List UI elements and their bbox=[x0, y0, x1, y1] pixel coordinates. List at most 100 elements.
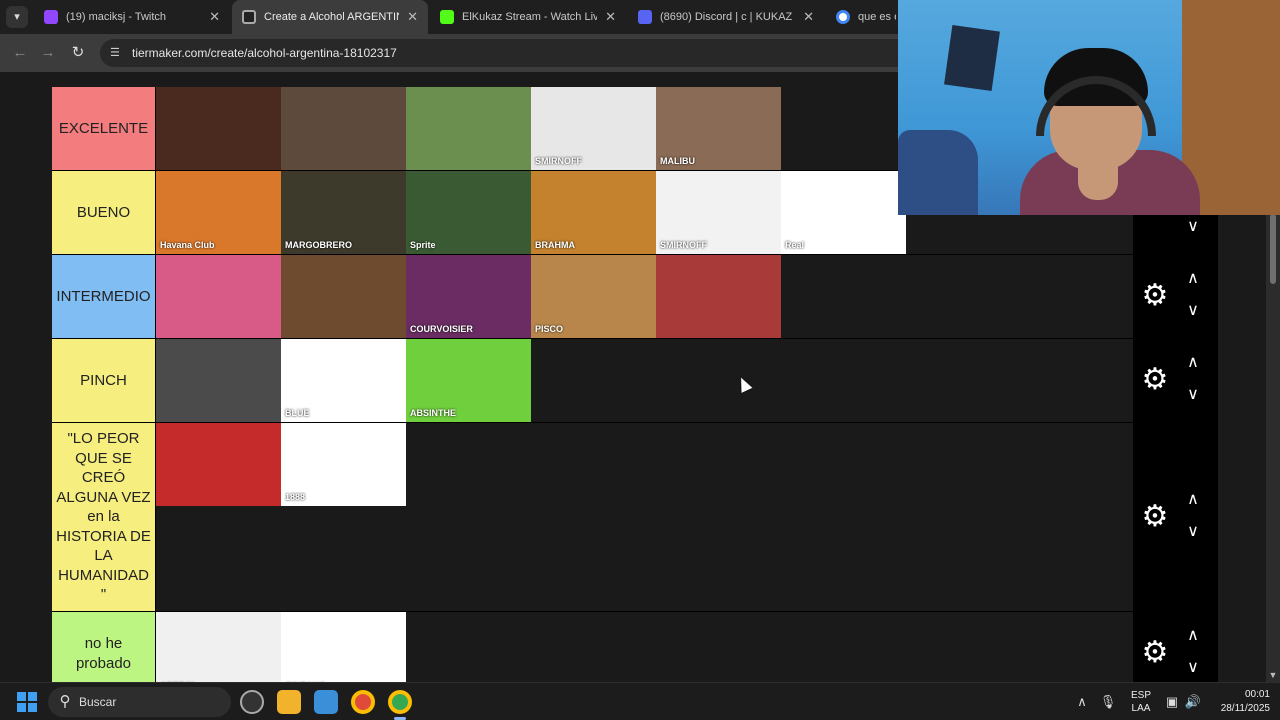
tier-item-image[interactable]: MALIBU bbox=[656, 87, 781, 170]
tier-item-image[interactable]: APEROL bbox=[156, 612, 281, 682]
chevron-down-icon[interactable]: ∨ bbox=[1183, 660, 1203, 676]
tier-controls: ⚙ ∧ ∨ bbox=[1133, 255, 1218, 338]
tab-twitch[interactable]: (19) maciksj - Twitch ✕ bbox=[34, 0, 230, 34]
snipping-tool-icon[interactable] bbox=[314, 690, 338, 714]
tier-item-caption: BLUE bbox=[285, 408, 310, 418]
file-explorer-icon[interactable] bbox=[277, 690, 301, 714]
tab-title: Create a Alcohol ARGENTINA T bbox=[264, 11, 399, 23]
tab-search-button[interactable]: ▾ bbox=[6, 6, 28, 28]
tier-item-caption: SMIRNOFF bbox=[660, 240, 707, 250]
language-code: ESP bbox=[1130, 690, 1151, 701]
tab-kick[interactable]: ElKukaz Stream - Watch Live on ✕ bbox=[430, 0, 626, 34]
network-icon[interactable]: ▣ bbox=[1163, 692, 1181, 712]
windows-start-icon[interactable] bbox=[17, 692, 37, 712]
gear-icon[interactable]: ⚙ bbox=[1140, 638, 1170, 668]
tab-google[interactable]: que es el a bbox=[826, 0, 906, 34]
tier-item-image[interactable]: CINZANO bbox=[281, 612, 406, 682]
tier-label-text: BUENO bbox=[76, 203, 131, 221]
tier-item-caption: BRAHMA bbox=[535, 240, 575, 250]
tier-item-image[interactable]: ABSINTHE bbox=[406, 339, 531, 422]
close-icon[interactable]: ✕ bbox=[407, 9, 418, 25]
tab-discord[interactable]: (8690) Discord | c | KUKAZ ✕ bbox=[628, 0, 824, 34]
site-info-icon[interactable]: ☰ bbox=[110, 46, 124, 60]
chevron-down-icon[interactable]: ∨ bbox=[1183, 387, 1203, 403]
clock-time: 00:01 bbox=[1244, 689, 1270, 700]
gear-icon[interactable]: ⚙ bbox=[1140, 281, 1170, 311]
tier-item-image[interactable] bbox=[656, 255, 781, 338]
tier-label[interactable]: PINCH bbox=[52, 339, 156, 422]
tier-item-image[interactable]: Sprite bbox=[406, 171, 531, 254]
gear-icon[interactable]: ⚙ bbox=[1140, 502, 1170, 532]
reload-icon[interactable]: ↻ bbox=[68, 43, 88, 63]
webcam-overlay bbox=[898, 0, 1280, 215]
tier-item-image[interactable] bbox=[156, 255, 281, 338]
scroll-down-icon[interactable]: ▼ bbox=[1268, 670, 1278, 680]
copilot-icon[interactable] bbox=[240, 690, 264, 714]
tier-item-image[interactable]: Real bbox=[781, 171, 906, 254]
chevron-up-icon[interactable]: ∧ bbox=[1183, 271, 1203, 287]
scrollbar-thumb[interactable] bbox=[1270, 214, 1276, 284]
tier-item-image[interactable]: SMIRNOFF bbox=[531, 87, 656, 170]
close-icon[interactable]: ✕ bbox=[605, 9, 616, 25]
tier-label[interactable]: INTERMEDIO bbox=[52, 255, 156, 338]
tier-item-image[interactable]: Havana Club bbox=[156, 171, 281, 254]
search-placeholder: Buscar bbox=[79, 695, 117, 709]
close-icon[interactable]: ✕ bbox=[209, 9, 220, 25]
tier-item-caption: PISCO bbox=[535, 324, 564, 334]
tier-item-image[interactable]: SMIRNOFF bbox=[656, 171, 781, 254]
tier-item-caption: SMIRNOFF bbox=[535, 156, 582, 166]
tab-tiermaker[interactable]: Create a Alcohol ARGENTINA T ✕ bbox=[232, 0, 428, 34]
tier-controls: ⚙ ∧ ∨ bbox=[1133, 423, 1218, 611]
tier-item-image[interactable] bbox=[156, 423, 281, 506]
chevron-down-icon[interactable]: ∨ bbox=[1183, 524, 1203, 540]
back-icon[interactable]: ← bbox=[10, 43, 30, 63]
tier-item-image[interactable] bbox=[281, 87, 406, 170]
clock-date: 28/11/2025 bbox=[1220, 703, 1270, 714]
language-indicator[interactable]: ESP LAA bbox=[1128, 689, 1154, 715]
taskbar-search[interactable]: ⚲ Buscar bbox=[48, 687, 231, 717]
tier-label-text: PINCH bbox=[80, 371, 127, 389]
tier-item-image[interactable] bbox=[406, 87, 531, 170]
tier-item-image[interactable]: BLUE bbox=[281, 339, 406, 422]
chevron-down-icon[interactable]: ∨ bbox=[1183, 219, 1203, 235]
tier-label[interactable]: "LO PEOR QUE SE CREÓ ALGUNA VEZ en la HI… bbox=[52, 423, 156, 611]
tier-label[interactable]: BUENO bbox=[52, 171, 156, 254]
tab-title: ElKukaz Stream - Watch Live on bbox=[462, 11, 598, 23]
tier-item-image[interactable]: MARGOBRERO bbox=[281, 171, 406, 254]
tier-item-image[interactable] bbox=[156, 339, 281, 422]
tier-item-caption: MALIBU bbox=[660, 156, 695, 166]
microphone-icon[interactable]: 🎙 bbox=[1099, 692, 1117, 712]
gear-icon[interactable]: ⚙ bbox=[1140, 365, 1170, 395]
volume-icon[interactable]: 🔊 bbox=[1184, 692, 1202, 712]
tier-item-caption: ABSINTHE bbox=[410, 408, 457, 418]
twitch-icon bbox=[44, 10, 58, 24]
chrome-icon[interactable] bbox=[351, 690, 375, 714]
tier-label-text: INTERMEDIO bbox=[56, 287, 151, 305]
keyboard-layout: LAA bbox=[1131, 703, 1151, 714]
chevron-down-icon[interactable]: ∨ bbox=[1183, 303, 1203, 319]
chevron-up-icon[interactable]: ∧ bbox=[1073, 692, 1091, 712]
tier-item-caption: MARGOBRERO bbox=[285, 240, 352, 250]
tier-item-image[interactable]: PISCO bbox=[531, 255, 656, 338]
tab-title: que es el a bbox=[858, 11, 896, 23]
taskbar: ⚲ Buscar ∧ 🎙 ESP LAA ▣ 🔊 00:01 28/11/202… bbox=[0, 682, 1280, 720]
close-icon[interactable]: ✕ bbox=[803, 9, 814, 25]
kick-icon bbox=[440, 10, 454, 24]
forward-icon[interactable]: → bbox=[38, 43, 58, 63]
chrome-icon[interactable] bbox=[388, 690, 412, 714]
tier-row: PINCH BLUE ABSINTHE ⚙ ∧ ∨ bbox=[52, 339, 1218, 423]
chevron-up-icon[interactable]: ∧ bbox=[1183, 492, 1203, 508]
chevron-up-icon[interactable]: ∧ bbox=[1183, 628, 1203, 644]
search-icon: ⚲ bbox=[59, 693, 71, 710]
tier-item-image[interactable] bbox=[156, 87, 281, 170]
tier-item-image[interactable]: BRAHMA bbox=[531, 171, 656, 254]
tier-label[interactable]: EXCELENTE bbox=[52, 87, 156, 170]
screen: ▾ (19) maciksj - Twitch ✕ Create a Alcoh… bbox=[0, 0, 1280, 720]
tier-label[interactable]: no he probado bbox=[52, 612, 156, 682]
clock[interactable]: 00:01 28/11/2025 bbox=[1208, 688, 1270, 716]
tier-item-image[interactable] bbox=[281, 255, 406, 338]
tier-item-image[interactable]: COURVOISIER bbox=[406, 255, 531, 338]
address-bar[interactable]: ☰ tiermaker.com/create/alcohol-argentina… bbox=[100, 39, 920, 67]
tier-item-image[interactable]: 1888 bbox=[281, 423, 406, 506]
chevron-up-icon[interactable]: ∧ bbox=[1183, 355, 1203, 371]
